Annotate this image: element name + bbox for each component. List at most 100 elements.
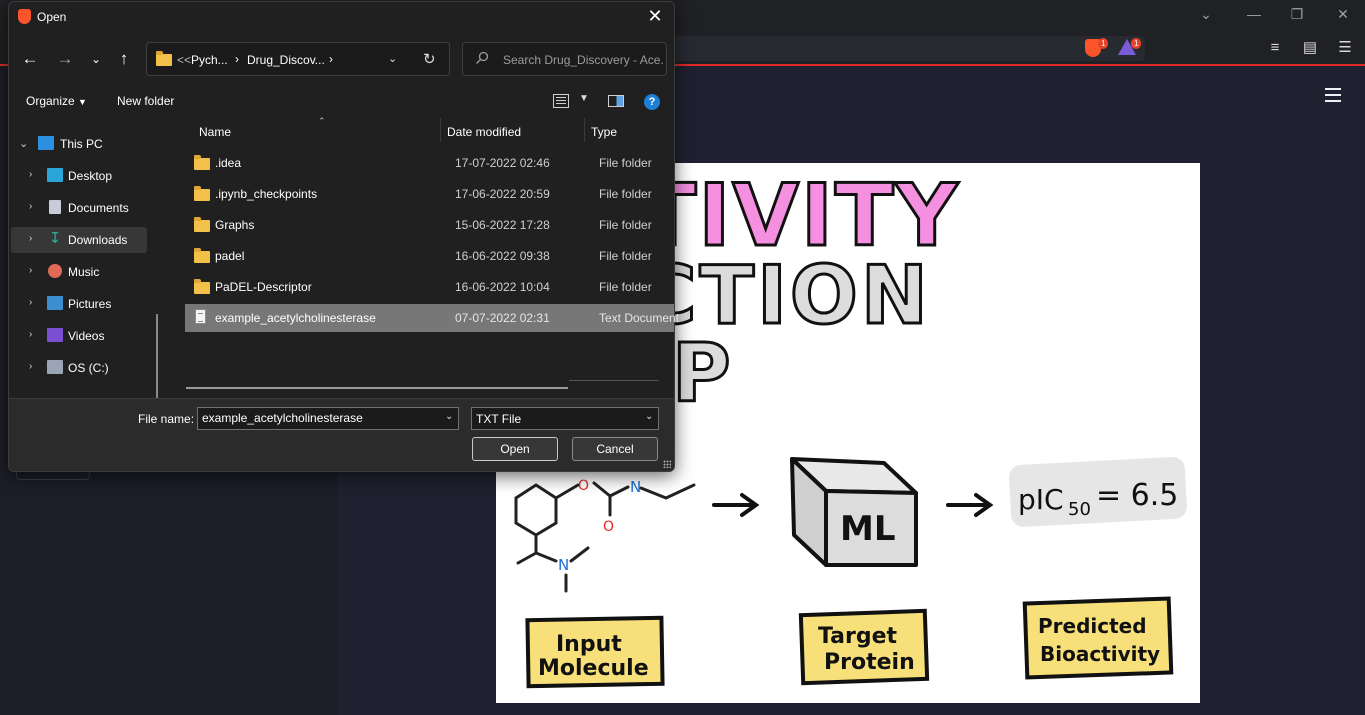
file-row[interactable]: .idea 17-07-2022 02:46 File folder: [185, 149, 674, 177]
cancel-button[interactable]: Cancel: [572, 437, 658, 461]
file-date: 07-07-2022 02:31: [455, 311, 550, 325]
dialog-close-button[interactable]: ✕: [644, 5, 666, 27]
box1-line2: Molecule: [538, 656, 649, 681]
file-name: .idea: [215, 156, 242, 170]
file-type-select[interactable]: TXT File: [471, 407, 659, 430]
nav-item-desktop[interactable]: › Desktop: [11, 163, 147, 189]
result-value: = 6.5: [1096, 478, 1178, 513]
folder-icon: [194, 279, 210, 294]
horizontal-scrollbar[interactable]: [186, 387, 568, 389]
open-button[interactable]: Open: [472, 437, 558, 461]
file-type: File folder: [599, 156, 652, 170]
nav-item-downloads[interactable]: › ↧ Downloads: [11, 227, 147, 253]
videos-icon: [47, 328, 63, 342]
file-name-dropdown-icon[interactable]: ⌄: [445, 411, 453, 422]
expand-chevron-icon[interactable]: ›: [29, 297, 32, 308]
restore-button[interactable]: ❐: [1285, 6, 1309, 23]
column-header-name[interactable]: Name: [199, 125, 231, 139]
organize-dropdown-icon: ▼: [78, 97, 87, 107]
expand-chevron-icon[interactable]: ›: [29, 169, 32, 180]
refresh-icon[interactable]: ↻: [423, 50, 436, 68]
file-type: File folder: [599, 280, 652, 294]
file-name-input[interactable]: example_acetylcholinesterase: [197, 407, 459, 430]
file-row[interactable]: padel 16-06-2022 09:38 File folder: [185, 242, 674, 270]
file-row[interactable]: PaDEL-Descriptor 16-06-2022 10:04 File f…: [185, 273, 674, 301]
file-date: 16-06-2022 09:38: [455, 249, 550, 263]
file-row-selected[interactable]: example_acetylcholinesterase 07-07-2022 …: [185, 304, 679, 332]
close-window-button[interactable]: ✕: [1331, 6, 1355, 23]
expand-chevron-icon[interactable]: ›: [29, 265, 32, 276]
nav-label: Pictures: [68, 297, 112, 311]
new-folder-button[interactable]: New folder: [117, 94, 174, 108]
expand-chevron-icon[interactable]: ⌄: [19, 137, 28, 150]
column-header-date[interactable]: Date modified: [447, 125, 521, 139]
expand-chevron-icon[interactable]: ›: [29, 329, 32, 340]
organize-button[interactable]: Organize ▼: [26, 94, 87, 108]
nav-item-documents[interactable]: › Documents: [11, 195, 147, 221]
address-bar[interactable]: [600, 36, 1145, 61]
view-details-icon[interactable]: [553, 94, 569, 108]
box3-line1: Predicted: [1038, 614, 1147, 638]
breadcrumb-drug-discovery[interactable]: Drug_Discov...: [247, 53, 325, 67]
column-divider[interactable]: [584, 118, 585, 142]
breadcrumb-overflow[interactable]: <<: [177, 53, 191, 67]
navigation-pane: ⌄ This PC › Desktop › Documents › ↧ Down…: [9, 118, 169, 459]
file-date: 17-07-2022 02:46: [455, 156, 550, 170]
expand-chevron-icon[interactable]: ›: [29, 201, 32, 212]
view-dropdown-icon[interactable]: ▼: [579, 93, 589, 104]
file-row[interactable]: Graphs 15-06-2022 17:28 File folder: [185, 211, 674, 239]
search-box[interactable]: Search Drug_Discovery - Ace...: [462, 42, 667, 76]
nav-item-pictures[interactable]: › Pictures: [11, 291, 147, 317]
forward-button[interactable]: →: [54, 48, 76, 70]
menu-icon[interactable]: ☰: [1335, 38, 1355, 58]
column-divider[interactable]: [440, 118, 441, 142]
search-icon: [476, 51, 489, 64]
result-subscript: 50: [1068, 499, 1091, 520]
box1-line1: Input: [556, 632, 622, 657]
molecule-atom-o2: O: [603, 519, 614, 535]
box2-line1: Target: [818, 624, 898, 649]
breadcrumb-chevron-icon[interactable]: ›: [329, 52, 333, 66]
help-icon[interactable]: ?: [644, 94, 660, 110]
molecule-sketch: [514, 481, 696, 593]
drive-icon: [47, 360, 63, 374]
page-menu-icon[interactable]: [1325, 88, 1341, 102]
resize-grip-icon[interactable]: [663, 460, 671, 468]
result-prefix: pIC: [1018, 483, 1064, 516]
text-document-icon: [195, 309, 206, 324]
pc-icon: [38, 136, 54, 150]
expand-chevron-icon[interactable]: ›: [29, 361, 32, 372]
tab-search-chevron-icon[interactable]: ⌄: [1194, 6, 1218, 23]
ml-label: ML: [840, 509, 896, 549]
back-button[interactable]: ←: [19, 48, 41, 70]
nav-item-music[interactable]: › Music: [11, 259, 147, 285]
downloads-icon: ↧: [48, 230, 62, 247]
file-type-dropdown-icon[interactable]: ⌄: [645, 411, 653, 422]
breadcrumb-chevron-icon[interactable]: ›: [235, 52, 239, 66]
minimize-button[interactable]: —: [1242, 6, 1266, 22]
address-breadcrumb[interactable]: << Pych... › Drug_Discov... › ⌄ ↻: [146, 42, 450, 76]
playlist-icon[interactable]: ≡: [1265, 38, 1285, 58]
breadcrumb-pycharm[interactable]: Pych...: [191, 53, 228, 67]
expand-chevron-icon[interactable]: ›: [29, 233, 32, 244]
desktop-icon: [47, 168, 63, 182]
preview-pane-icon[interactable]: [608, 95, 624, 107]
file-type: File folder: [599, 249, 652, 263]
music-icon: [48, 264, 62, 278]
file-type: Text Document: [599, 311, 680, 325]
nav-label: Desktop: [68, 169, 113, 183]
nav-item-videos[interactable]: › Videos: [11, 323, 147, 349]
molecule-atom-n2: N: [630, 478, 641, 496]
nav-item-this-pc[interactable]: ⌄ This PC: [11, 131, 147, 157]
file-row[interactable]: .ipynb_checkpoints 17-06-2022 20:59 File…: [185, 180, 674, 208]
recent-locations-chevron-icon[interactable]: ⌄: [85, 48, 107, 70]
up-button[interactable]: ↑: [113, 48, 135, 70]
address-dropdown-icon[interactable]: ⌄: [388, 52, 397, 65]
dialog-footer: File name: example_acetylcholinesterase …: [9, 398, 674, 471]
brave-app-icon: [18, 9, 31, 24]
nav-label: Downloads: [68, 233, 128, 247]
nav-item-os-c[interactable]: › OS (C:): [11, 355, 147, 381]
dialog-title: Open: [37, 10, 67, 24]
column-header-type[interactable]: Type: [591, 125, 617, 139]
wallet-icon[interactable]: ▤: [1300, 38, 1320, 58]
